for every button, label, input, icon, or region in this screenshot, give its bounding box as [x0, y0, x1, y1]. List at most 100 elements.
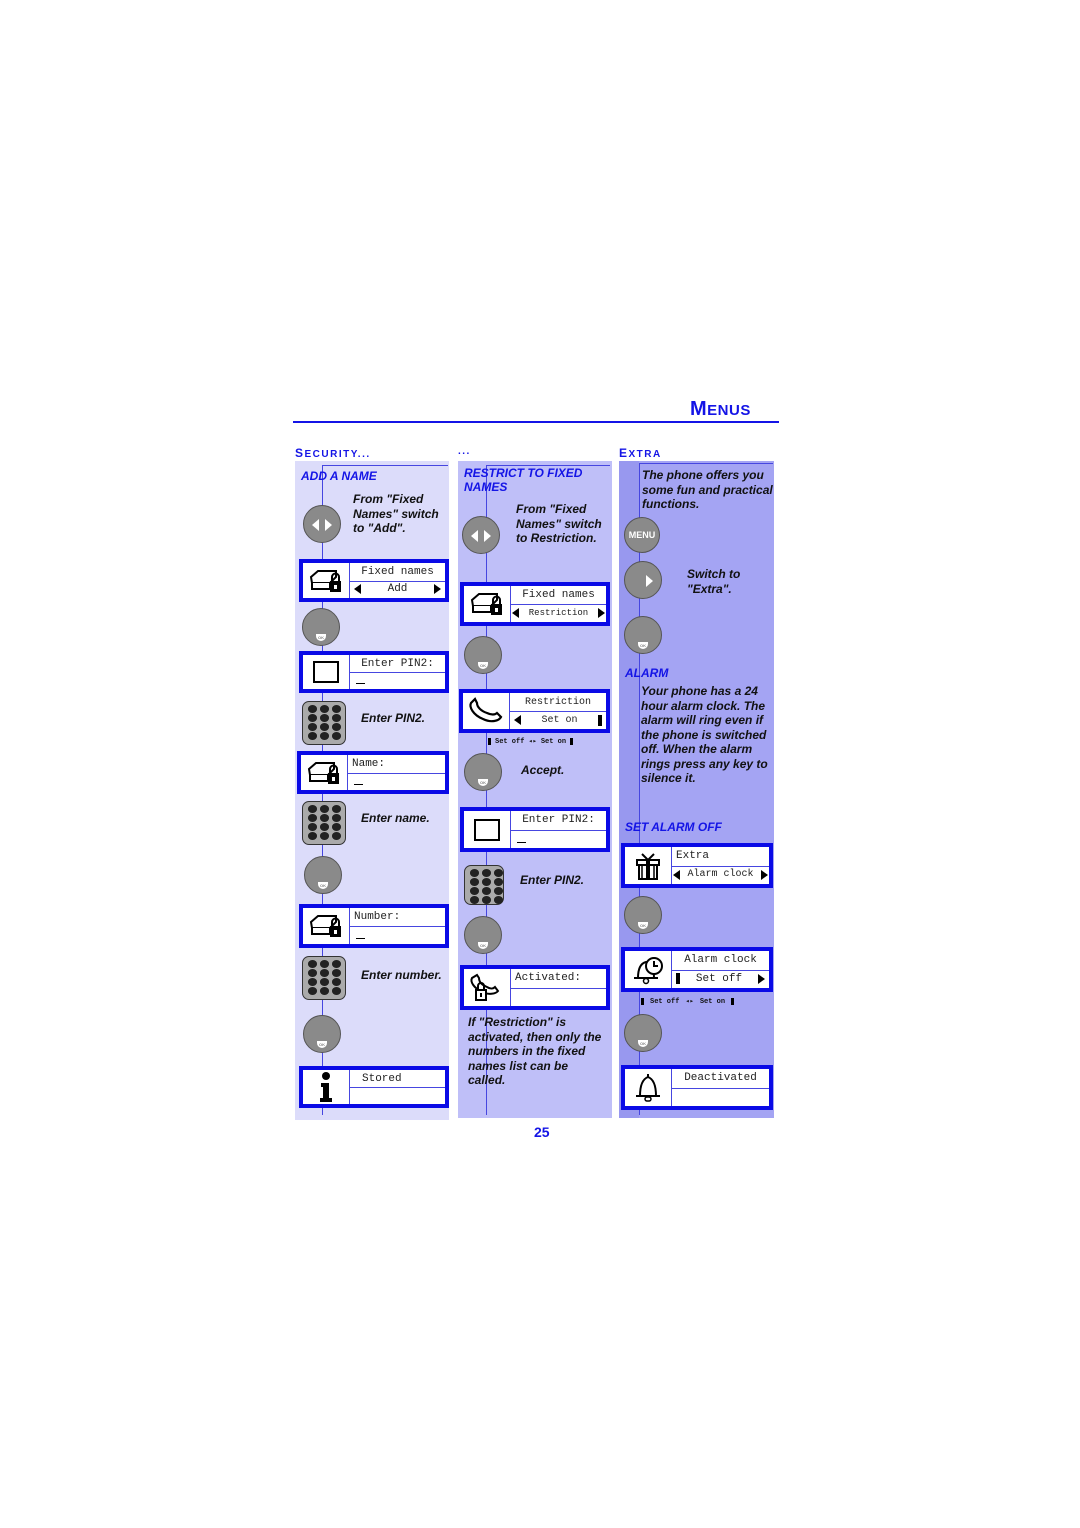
screen-enter-pin2: Enter PIN2:	[299, 651, 449, 693]
set-alarm-off-title: SET ALARM OFF	[625, 820, 722, 834]
screen-name: Name:	[297, 751, 449, 794]
column-extra: The phone offers you some fun and practi…	[619, 461, 774, 1118]
column-add-name: ADD A NAME From "Fixed Names" switch to …	[295, 461, 449, 1120]
arrow-right-icon	[758, 973, 765, 984]
ok-icon: OK	[638, 642, 648, 649]
screen-line1: Number:	[350, 908, 445, 927]
arrow-left-icon	[673, 869, 680, 880]
keypad-icon[interactable]	[302, 701, 346, 745]
footer-note: If "Restriction" is activated, then only…	[468, 1015, 602, 1087]
ok-button[interactable]: OK	[464, 753, 502, 791]
ok-button[interactable]: OK	[303, 1015, 341, 1053]
screen-line2	[672, 1088, 769, 1107]
ok-button[interactable]: OK	[304, 856, 342, 894]
gift-icon	[625, 847, 672, 884]
cap: S	[295, 446, 305, 460]
menu-button[interactable]: MENU	[624, 517, 660, 553]
bell-icon	[625, 1069, 672, 1106]
ok-button[interactable]: OK	[624, 1014, 662, 1052]
ok-button[interactable]: OK	[464, 916, 502, 954]
ok-button[interactable]: OK	[302, 608, 340, 646]
arrow-right-icon	[484, 530, 491, 542]
switch-note: Switch to "Extra".	[687, 567, 741, 596]
cap: E	[619, 446, 629, 460]
text-cursor	[356, 682, 365, 684]
screen-activated: Activated:	[460, 965, 610, 1010]
screen-line2	[511, 830, 606, 849]
arrow-right-icon	[325, 519, 332, 531]
arrow-left-icon	[471, 530, 478, 542]
screen-stored: Stored	[299, 1066, 449, 1108]
arrow-right-icon	[760, 869, 768, 880]
section-continued-label: ...	[458, 446, 471, 457]
title-line1: RESTRICT TO FIXED	[464, 466, 583, 480]
ok-icon: OK	[478, 942, 488, 949]
ok-icon: OK	[478, 779, 488, 786]
legend-right: Set on	[699, 997, 726, 1006]
flow-line-top	[639, 463, 773, 464]
screen-line1: Activated:	[511, 969, 606, 989]
screen-alarm-clock-set-off: Alarm clock Set off	[621, 947, 773, 992]
bar-icon	[570, 738, 574, 745]
title-line2: NAMES	[464, 480, 508, 494]
option-label: Alarm clock	[687, 869, 754, 881]
keypad-icon[interactable]	[464, 865, 504, 905]
section-security-label: SECURITY...	[295, 446, 371, 460]
ok-icon: OK	[318, 882, 328, 889]
screen-line2	[350, 672, 445, 689]
menu-label: MENU	[628, 530, 656, 540]
handset-icon	[463, 693, 510, 729]
title-rest: ENUS	[707, 402, 751, 419]
alarm-title: ALARM	[625, 666, 669, 680]
arrow-left-icon	[354, 584, 361, 595]
screen-line1: Alarm clock	[672, 951, 769, 971]
legend-left: Set off	[495, 737, 525, 746]
option-label: Set on	[541, 714, 578, 726]
page-title: MENUS	[690, 398, 751, 421]
nav-left-right-button[interactable]	[303, 505, 341, 543]
screen-line2	[350, 926, 445, 944]
screen-restriction-set-on: Restriction Set on	[459, 689, 610, 733]
screen-line2: Restriction	[511, 604, 606, 622]
column-restrict-fixed-names: RESTRICT TO FIXED NAMES From "Fixed Names…	[458, 461, 612, 1118]
arrow-left-icon	[312, 519, 319, 531]
bar-icon	[488, 738, 491, 745]
text-cursor	[517, 841, 526, 843]
ok-icon: OK	[316, 634, 326, 641]
nav-left-right-button[interactable]	[462, 516, 500, 554]
screen-line1: Enter PIN2:	[350, 655, 445, 673]
step-note: Enter PIN2.	[361, 711, 426, 725]
arrow-left-icon	[512, 608, 519, 618]
ok-icon: OK	[478, 662, 488, 669]
ok-button[interactable]: OK	[624, 896, 662, 934]
phonebook-lock-icon	[464, 586, 511, 622]
screen-line2	[348, 773, 445, 791]
option-label: Set off	[695, 972, 743, 985]
toggle-legend: Set off ◂▸ Set on	[641, 997, 735, 1006]
legend-left: Set off	[650, 997, 680, 1006]
screen-line1: Restriction	[510, 693, 606, 712]
keypad-icon[interactable]	[302, 801, 346, 845]
restrict-title: RESTRICT TO FIXED NAMES	[464, 466, 582, 494]
step-note: Enter name.	[361, 811, 430, 825]
screen-line1: Enter PIN2:	[511, 811, 606, 831]
section-extra-label: EXTRA	[619, 446, 662, 460]
handset-lock-icon	[464, 969, 511, 1006]
ok-icon: OK	[317, 1041, 327, 1048]
ok-icon: OK	[638, 922, 648, 929]
screen-line1: Extra	[672, 847, 769, 867]
screen-deactivated: Deactivated	[621, 1065, 773, 1110]
flow-line-top	[322, 465, 448, 466]
left-right-icon: ◂▸	[685, 998, 694, 1006]
phonebook-lock-icon	[303, 563, 350, 598]
screen-line1: Deactivated	[672, 1069, 769, 1089]
screen-line2: Alarm clock	[672, 866, 769, 885]
nav-right-button[interactable]	[624, 561, 662, 599]
keypad-icon[interactable]	[302, 956, 346, 1000]
toggle-legend: Set off ◂▸ Set on	[488, 737, 574, 746]
screen-line1: Fixed names	[350, 563, 445, 582]
ok-button[interactable]: OK	[464, 636, 502, 674]
ok-button[interactable]: OK	[624, 616, 662, 654]
step-note: Enter number.	[361, 968, 442, 982]
legend-right: Set on	[540, 737, 567, 746]
